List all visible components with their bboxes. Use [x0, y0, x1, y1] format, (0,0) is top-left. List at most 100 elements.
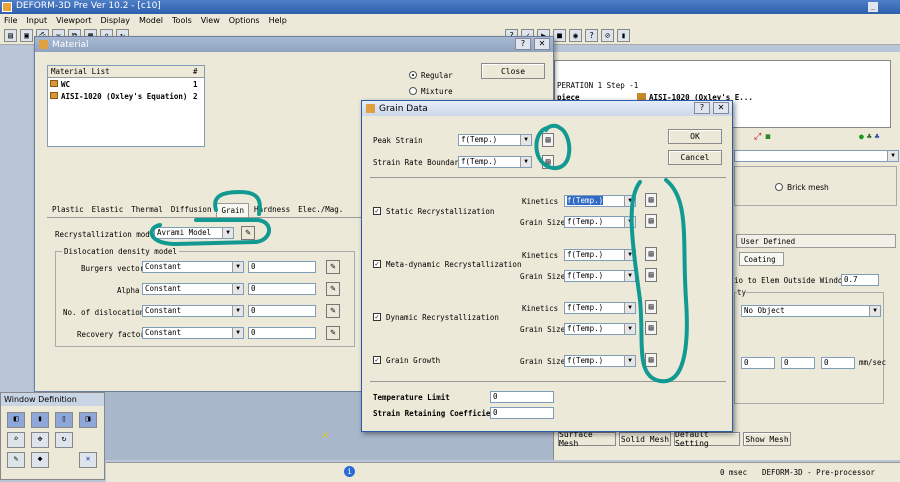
peak-strain-select[interactable]: f(Temp.): [458, 134, 532, 146]
grain-growth-checkbox[interactable]: ✓: [373, 356, 381, 364]
static-recryst-checkbox[interactable]: ✓: [373, 207, 381, 215]
object-green-icon[interactable]: ◼: [765, 132, 770, 142]
alpha-edit-button[interactable]: ✎: [326, 282, 340, 296]
menu-view[interactable]: View: [201, 16, 220, 25]
link-icon[interactable]: ⤢: [754, 132, 761, 142]
rotate-view-icon[interactable]: ↻: [55, 432, 73, 448]
alpha-input[interactable]: 0: [248, 283, 316, 295]
tab-diffusion[interactable]: Diffusion: [168, 203, 215, 217]
recryst-mode-select[interactable]: Avrami Model: [154, 227, 234, 239]
tab-elec-mag[interactable]: Elec./Mag.: [295, 203, 346, 217]
menu-model[interactable]: Model: [139, 16, 163, 25]
dislocations-edit-button[interactable]: ✎: [326, 304, 340, 318]
ok-button[interactable]: OK: [668, 129, 722, 144]
menu-input[interactable]: Input: [26, 16, 47, 25]
menu-display[interactable]: Display: [101, 16, 131, 25]
tree-icon[interactable]: ♣: [867, 132, 872, 141]
solid-mesh-button[interactable]: Solid Mesh: [619, 432, 671, 446]
recryst-edit-button[interactable]: ✎: [241, 226, 255, 240]
regular-radio[interactable]: [409, 71, 417, 79]
dynamic-grain-size-select[interactable]: f(Temp.): [564, 323, 636, 335]
menu-help[interactable]: Help: [269, 16, 287, 25]
magnify-icon[interactable]: ⌕: [7, 432, 25, 448]
tab-thermal[interactable]: Thermal: [128, 203, 166, 217]
ratio-input[interactable]: 0.7: [841, 274, 879, 286]
dislocations-input[interactable]: 0: [248, 305, 316, 317]
temp-limit-input[interactable]: 0: [490, 391, 554, 403]
static-kinetics-select[interactable]: f(Temp.): [564, 195, 636, 207]
growth-grain-size-edit-button[interactable]: ▤: [645, 353, 657, 367]
material-help-button[interactable]: ?: [515, 38, 531, 50]
exit-icon[interactable]: ▮: [617, 29, 630, 42]
pan-icon[interactable]: ✥: [31, 432, 49, 448]
open-icon[interactable]: ▤: [4, 29, 17, 42]
user-defined-tab[interactable]: User Defined: [736, 234, 896, 248]
tab-elastic[interactable]: Elastic: [89, 203, 127, 217]
default-setting-button[interactable]: Default Setting: [674, 430, 740, 448]
recovery-edit-button[interactable]: ✎: [326, 326, 340, 340]
material-close-x-button[interactable]: ✕: [534, 38, 550, 50]
dislocations-select[interactable]: Constant: [142, 305, 244, 317]
growth-grain-size-select[interactable]: f(Temp.): [564, 355, 636, 367]
menu-options[interactable]: Options: [229, 16, 260, 25]
srb-edit-button[interactable]: ▤: [542, 155, 554, 169]
blue-tree-icon[interactable]: ♣: [875, 132, 880, 141]
cylinder-front-icon[interactable]: ▮: [31, 412, 49, 428]
velocity-x-input[interactable]: 0: [741, 357, 775, 369]
cube-side-icon[interactable]: ◨: [79, 412, 97, 428]
tab-hardness[interactable]: Hardness: [251, 203, 293, 217]
peak-strain-edit-button[interactable]: ▤: [542, 133, 554, 147]
recovery-select[interactable]: Constant: [142, 327, 244, 339]
cube-iso-icon[interactable]: ◧: [7, 412, 25, 428]
what-help-icon[interactable]: ?: [585, 29, 598, 42]
burgers-edit-button[interactable]: ✎: [326, 260, 340, 274]
surface-mesh-button[interactable]: Surface Mesh: [558, 430, 616, 448]
static-grain-size-edit-button[interactable]: ▤: [645, 214, 657, 228]
menu-tools[interactable]: Tools: [172, 16, 192, 25]
show-mesh-button[interactable]: Show Mesh: [743, 432, 791, 446]
static-grain-size-select[interactable]: f(Temp.): [564, 216, 636, 228]
eraser-icon[interactable]: ◆: [31, 452, 49, 468]
meta-grain-size-edit-button[interactable]: ▤: [645, 268, 657, 282]
menu-file[interactable]: File: [4, 16, 17, 25]
meta-recryst-checkbox[interactable]: ✓: [373, 260, 381, 268]
material-list-item[interactable]: AISI-1020 (Oxley's Equation) 2: [48, 90, 204, 102]
alpha-select[interactable]: Constant: [142, 283, 244, 295]
tab-plastic[interactable]: Plastic: [49, 203, 87, 217]
coating-tab[interactable]: Coating: [739, 252, 784, 266]
tab-grain[interactable]: Grain: [216, 203, 250, 217]
burgers-select[interactable]: Constant: [142, 261, 244, 273]
dynamic-grain-size-edit-button[interactable]: ▤: [645, 321, 657, 335]
menu-viewport[interactable]: Viewport: [56, 16, 91, 25]
velocity-y-input[interactable]: 0: [781, 357, 815, 369]
material-close-button[interactable]: Close: [481, 63, 545, 79]
green-dot-icon[interactable]: ●: [859, 132, 864, 141]
cross-icon[interactable]: ✕: [79, 452, 97, 468]
cancel-button[interactable]: Cancel: [668, 150, 722, 165]
src-input[interactable]: 0: [490, 407, 554, 419]
dynamic-kinetics-select[interactable]: f(Temp.): [564, 302, 636, 314]
no-object-select[interactable]: No Object: [741, 305, 881, 317]
meta-kinetics-select[interactable]: f(Temp.): [564, 249, 636, 261]
stop-icon[interactable]: ■: [553, 29, 566, 42]
grain-close-x-button[interactable]: ✕: [713, 102, 729, 114]
dynamic-kinetics-edit-button[interactable]: ▤: [645, 300, 657, 314]
static-kinetics-edit-button[interactable]: ▤: [645, 193, 657, 207]
minimize-button[interactable]: _: [868, 2, 878, 12]
forbid-icon[interactable]: ⊘: [601, 29, 614, 42]
meta-grain-size-select[interactable]: f(Temp.): [564, 270, 636, 282]
pencil-icon[interactable]: ✎: [7, 452, 25, 468]
object-selector[interactable]: [734, 150, 899, 162]
meta-kinetics-edit-button[interactable]: ▤: [645, 247, 657, 261]
brick-mesh-radio[interactable]: [775, 183, 783, 191]
velocity-z-input[interactable]: 0: [821, 357, 855, 369]
save-icon[interactable]: ▣: [20, 29, 33, 42]
mixture-radio[interactable]: [409, 87, 417, 95]
disk-icon[interactable]: ◉: [569, 29, 582, 42]
material-list-item[interactable]: WC 1: [48, 78, 204, 90]
burgers-input[interactable]: 0: [248, 261, 316, 273]
srb-select[interactable]: f(Temp.): [458, 156, 532, 168]
recovery-input[interactable]: 0: [248, 327, 316, 339]
info-icon[interactable]: i: [344, 466, 355, 477]
grain-help-button[interactable]: ?: [694, 102, 710, 114]
